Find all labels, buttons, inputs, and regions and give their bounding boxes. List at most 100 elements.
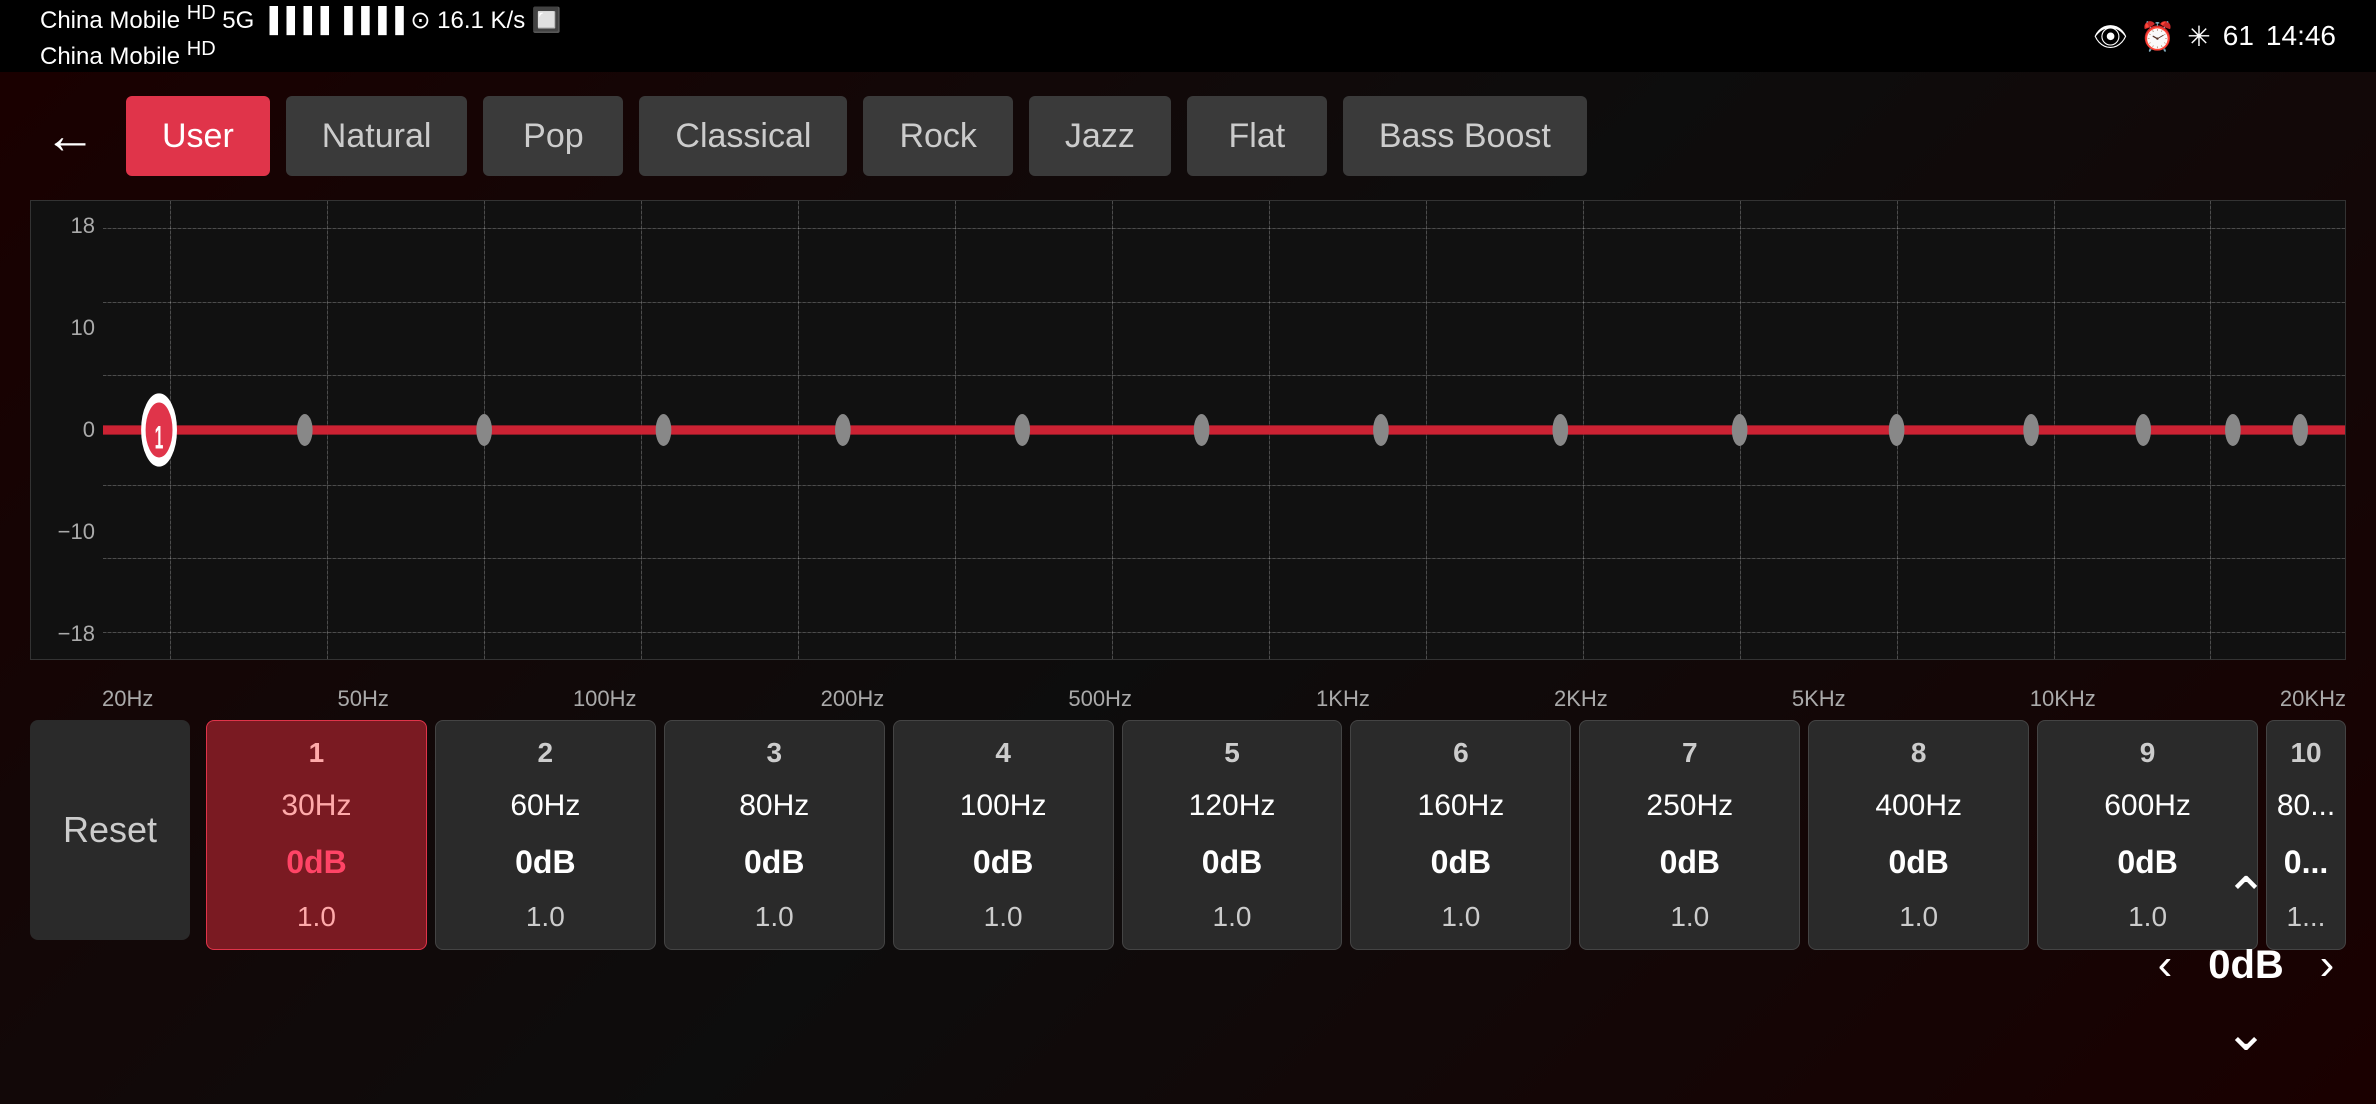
band-card-7[interactable]: 7 250Hz 0dB 1.0 bbox=[1579, 720, 1800, 950]
band-10-number: 10 bbox=[2290, 737, 2321, 769]
y-label-neg18: −18 bbox=[39, 621, 95, 647]
band-1-freq: 30Hz bbox=[281, 789, 351, 823]
band-5-freq: 120Hz bbox=[1189, 789, 1276, 823]
band-5-number: 5 bbox=[1224, 737, 1240, 769]
next-band-button[interactable]: › bbox=[2308, 935, 2346, 995]
bluetooth-icon: ✳ bbox=[2187, 20, 2210, 53]
band-1-q: 1.0 bbox=[297, 901, 336, 933]
db-nav-row: ‹ 0dB › bbox=[2146, 935, 2346, 995]
band-8-number: 8 bbox=[1911, 737, 1927, 769]
band-card-5[interactable]: 5 120Hz 0dB 1.0 bbox=[1122, 720, 1343, 950]
band-9-freq: 600Hz bbox=[2104, 789, 2191, 823]
band-4-q: 1.0 bbox=[984, 901, 1023, 933]
band-3-db: 0dB bbox=[744, 844, 804, 881]
x-label-10khz: 10KHz bbox=[2030, 686, 2096, 712]
band-7-freq: 250Hz bbox=[1646, 789, 1733, 823]
battery-level: 61 bbox=[2223, 20, 2254, 52]
band-2-q: 1.0 bbox=[526, 901, 565, 933]
band-8-q: 1.0 bbox=[1899, 901, 1938, 933]
prev-band-button[interactable]: ‹ bbox=[2146, 935, 2184, 995]
band-1-db: 0dB bbox=[286, 844, 346, 881]
main-content: ← User Natural Pop Classical Rock Jazz F… bbox=[0, 72, 2376, 1104]
band-4-freq: 100Hz bbox=[960, 789, 1047, 823]
current-db-display: 0dB bbox=[2196, 943, 2296, 988]
y-label-neg10: −10 bbox=[39, 519, 95, 545]
band-2-freq: 60Hz bbox=[510, 789, 580, 823]
band-card-1[interactable]: 1 30Hz 0dB 1.0 bbox=[206, 720, 427, 950]
band-4-number: 4 bbox=[995, 737, 1011, 769]
band-5-q: 1.0 bbox=[1213, 901, 1252, 933]
band-2-number: 2 bbox=[538, 737, 554, 769]
back-arrow-icon: ← bbox=[44, 106, 96, 166]
eq-line-svg: 1 bbox=[103, 201, 2345, 659]
down-arrow-icon: ⌄ bbox=[2224, 1003, 2268, 1063]
x-label-50hz: 50Hz bbox=[337, 686, 388, 712]
band-8-db: 0dB bbox=[1888, 844, 1948, 881]
band-card-4[interactable]: 4 100Hz 0dB 1.0 bbox=[893, 720, 1114, 950]
band-7-q: 1.0 bbox=[1670, 901, 1709, 933]
eq-chart[interactable]: 18 10 0 −10 −18 bbox=[30, 200, 2346, 660]
band-card-2[interactable]: 2 60Hz 0dB 1.0 bbox=[435, 720, 656, 950]
band-9-number: 9 bbox=[2140, 737, 2156, 769]
x-label-2khz: 2KHz bbox=[1554, 686, 1608, 712]
band-1-number: 1 bbox=[309, 737, 325, 769]
band-controls: Reset 1 30Hz 0dB 1.0 2 60Hz 0dB 1.0 bbox=[30, 720, 2346, 950]
x-axis-labels: 20Hz 50Hz 100Hz 200Hz 500Hz 1KHz 2KHz 5K… bbox=[30, 680, 2346, 712]
band-3-number: 3 bbox=[766, 737, 782, 769]
carrier2-label: China Mobile HD bbox=[40, 36, 562, 72]
band-7-db: 0dB bbox=[1660, 844, 1720, 881]
db-down-button[interactable]: ⌄ bbox=[2186, 1003, 2306, 1063]
band-card-3[interactable]: 3 80Hz 0dB 1.0 bbox=[664, 720, 885, 950]
y-label-0: 0 bbox=[39, 417, 95, 443]
x-label-20khz: 20KHz bbox=[2280, 686, 2346, 712]
band-6-db: 0dB bbox=[1431, 844, 1491, 881]
band-6-q: 1.0 bbox=[1441, 901, 1480, 933]
band-3-q: 1.0 bbox=[755, 901, 794, 933]
preset-rock[interactable]: Rock bbox=[863, 96, 1012, 176]
carrier-info: China Mobile HD 5G ▐▐▐▐ ▐▐▐▐ ⊙ 16.1 K/s … bbox=[40, 0, 562, 72]
eye-icon: 👁 bbox=[2093, 20, 2129, 53]
band-5-db: 0dB bbox=[1202, 844, 1262, 881]
preset-pop[interactable]: Pop bbox=[483, 96, 623, 176]
back-button[interactable]: ← bbox=[30, 96, 110, 176]
db-up-button[interactable]: ⌃ bbox=[2186, 867, 2306, 927]
alarm-icon: ⏰ bbox=[2140, 20, 2175, 53]
left-arrow-icon: ‹ bbox=[2158, 940, 2173, 990]
preset-classical[interactable]: Classical bbox=[639, 96, 847, 176]
band-7-number: 7 bbox=[1682, 737, 1698, 769]
svg-text:1: 1 bbox=[155, 420, 164, 456]
preset-flat[interactable]: Flat bbox=[1187, 96, 1327, 176]
y-label-10: 10 bbox=[39, 315, 95, 341]
band-2-db: 0dB bbox=[515, 844, 575, 881]
x-label-500hz: 500Hz bbox=[1068, 686, 1132, 712]
x-label-200hz: 200Hz bbox=[821, 686, 885, 712]
band-card-6[interactable]: 6 160Hz 0dB 1.0 bbox=[1350, 720, 1571, 950]
up-arrow-icon: ⌃ bbox=[2224, 867, 2268, 927]
x-label-100hz: 100Hz bbox=[573, 686, 637, 712]
preset-user[interactable]: User bbox=[126, 96, 270, 176]
preset-jazz[interactable]: Jazz bbox=[1029, 96, 1171, 176]
chart-area[interactable]: 1 bbox=[103, 201, 2345, 659]
carrier1-label: China Mobile HD 5G ▐▐▐▐ ▐▐▐▐ ⊙ 16.1 K/s … bbox=[40, 0, 562, 36]
status-right: 👁 ⏰ ✳ 61 14:46 bbox=[2093, 20, 2336, 53]
band-4-db: 0dB bbox=[973, 844, 1033, 881]
band-8-freq: 400Hz bbox=[1875, 789, 1962, 823]
band-3-freq: 80Hz bbox=[739, 789, 809, 823]
band-6-freq: 160Hz bbox=[1418, 789, 1505, 823]
right-controls: ⌃ ‹ 0dB › ⌄ bbox=[2146, 850, 2346, 1080]
y-axis: 18 10 0 −10 −18 bbox=[31, 201, 103, 659]
preset-bar: ← User Natural Pop Classical Rock Jazz F… bbox=[30, 96, 2346, 176]
preset-natural[interactable]: Natural bbox=[286, 96, 468, 176]
right-arrow-icon: › bbox=[2320, 940, 2335, 990]
reset-button[interactable]: Reset bbox=[30, 720, 190, 940]
bands-list: 1 30Hz 0dB 1.0 2 60Hz 0dB 1.0 3 80Hz 0dB bbox=[206, 720, 2346, 950]
preset-bass-boost[interactable]: Bass Boost bbox=[1343, 96, 1587, 176]
band-card-8[interactable]: 8 400Hz 0dB 1.0 bbox=[1808, 720, 2029, 950]
x-label-1khz: 1KHz bbox=[1316, 686, 1370, 712]
band-10-freq: 80... bbox=[2277, 789, 2335, 823]
clock-time: 14:46 bbox=[2266, 20, 2336, 52]
x-label-5khz: 5KHz bbox=[1792, 686, 1846, 712]
band-6-number: 6 bbox=[1453, 737, 1469, 769]
status-bar: China Mobile HD 5G ▐▐▐▐ ▐▐▐▐ ⊙ 16.1 K/s … bbox=[0, 0, 2376, 72]
y-label-18: 18 bbox=[39, 213, 95, 239]
